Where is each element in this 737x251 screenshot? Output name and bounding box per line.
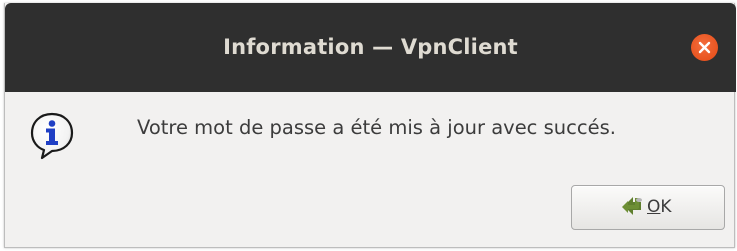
close-button[interactable] [691,34,718,61]
dialog-window: Information — VpnClient Votre mot de pas… [4,3,736,248]
info-icon [29,111,75,161]
title-bar[interactable]: Information — VpnClient [5,3,736,92]
close-icon [698,41,711,54]
ok-check-icon [622,197,642,215]
ok-button[interactable]: OK [571,185,725,230]
window-title: Information — VpnClient [223,35,518,59]
message-text: Votre mot de passe a été mis à jour avec… [137,116,616,139]
ok-button-label: OK [647,197,672,217]
